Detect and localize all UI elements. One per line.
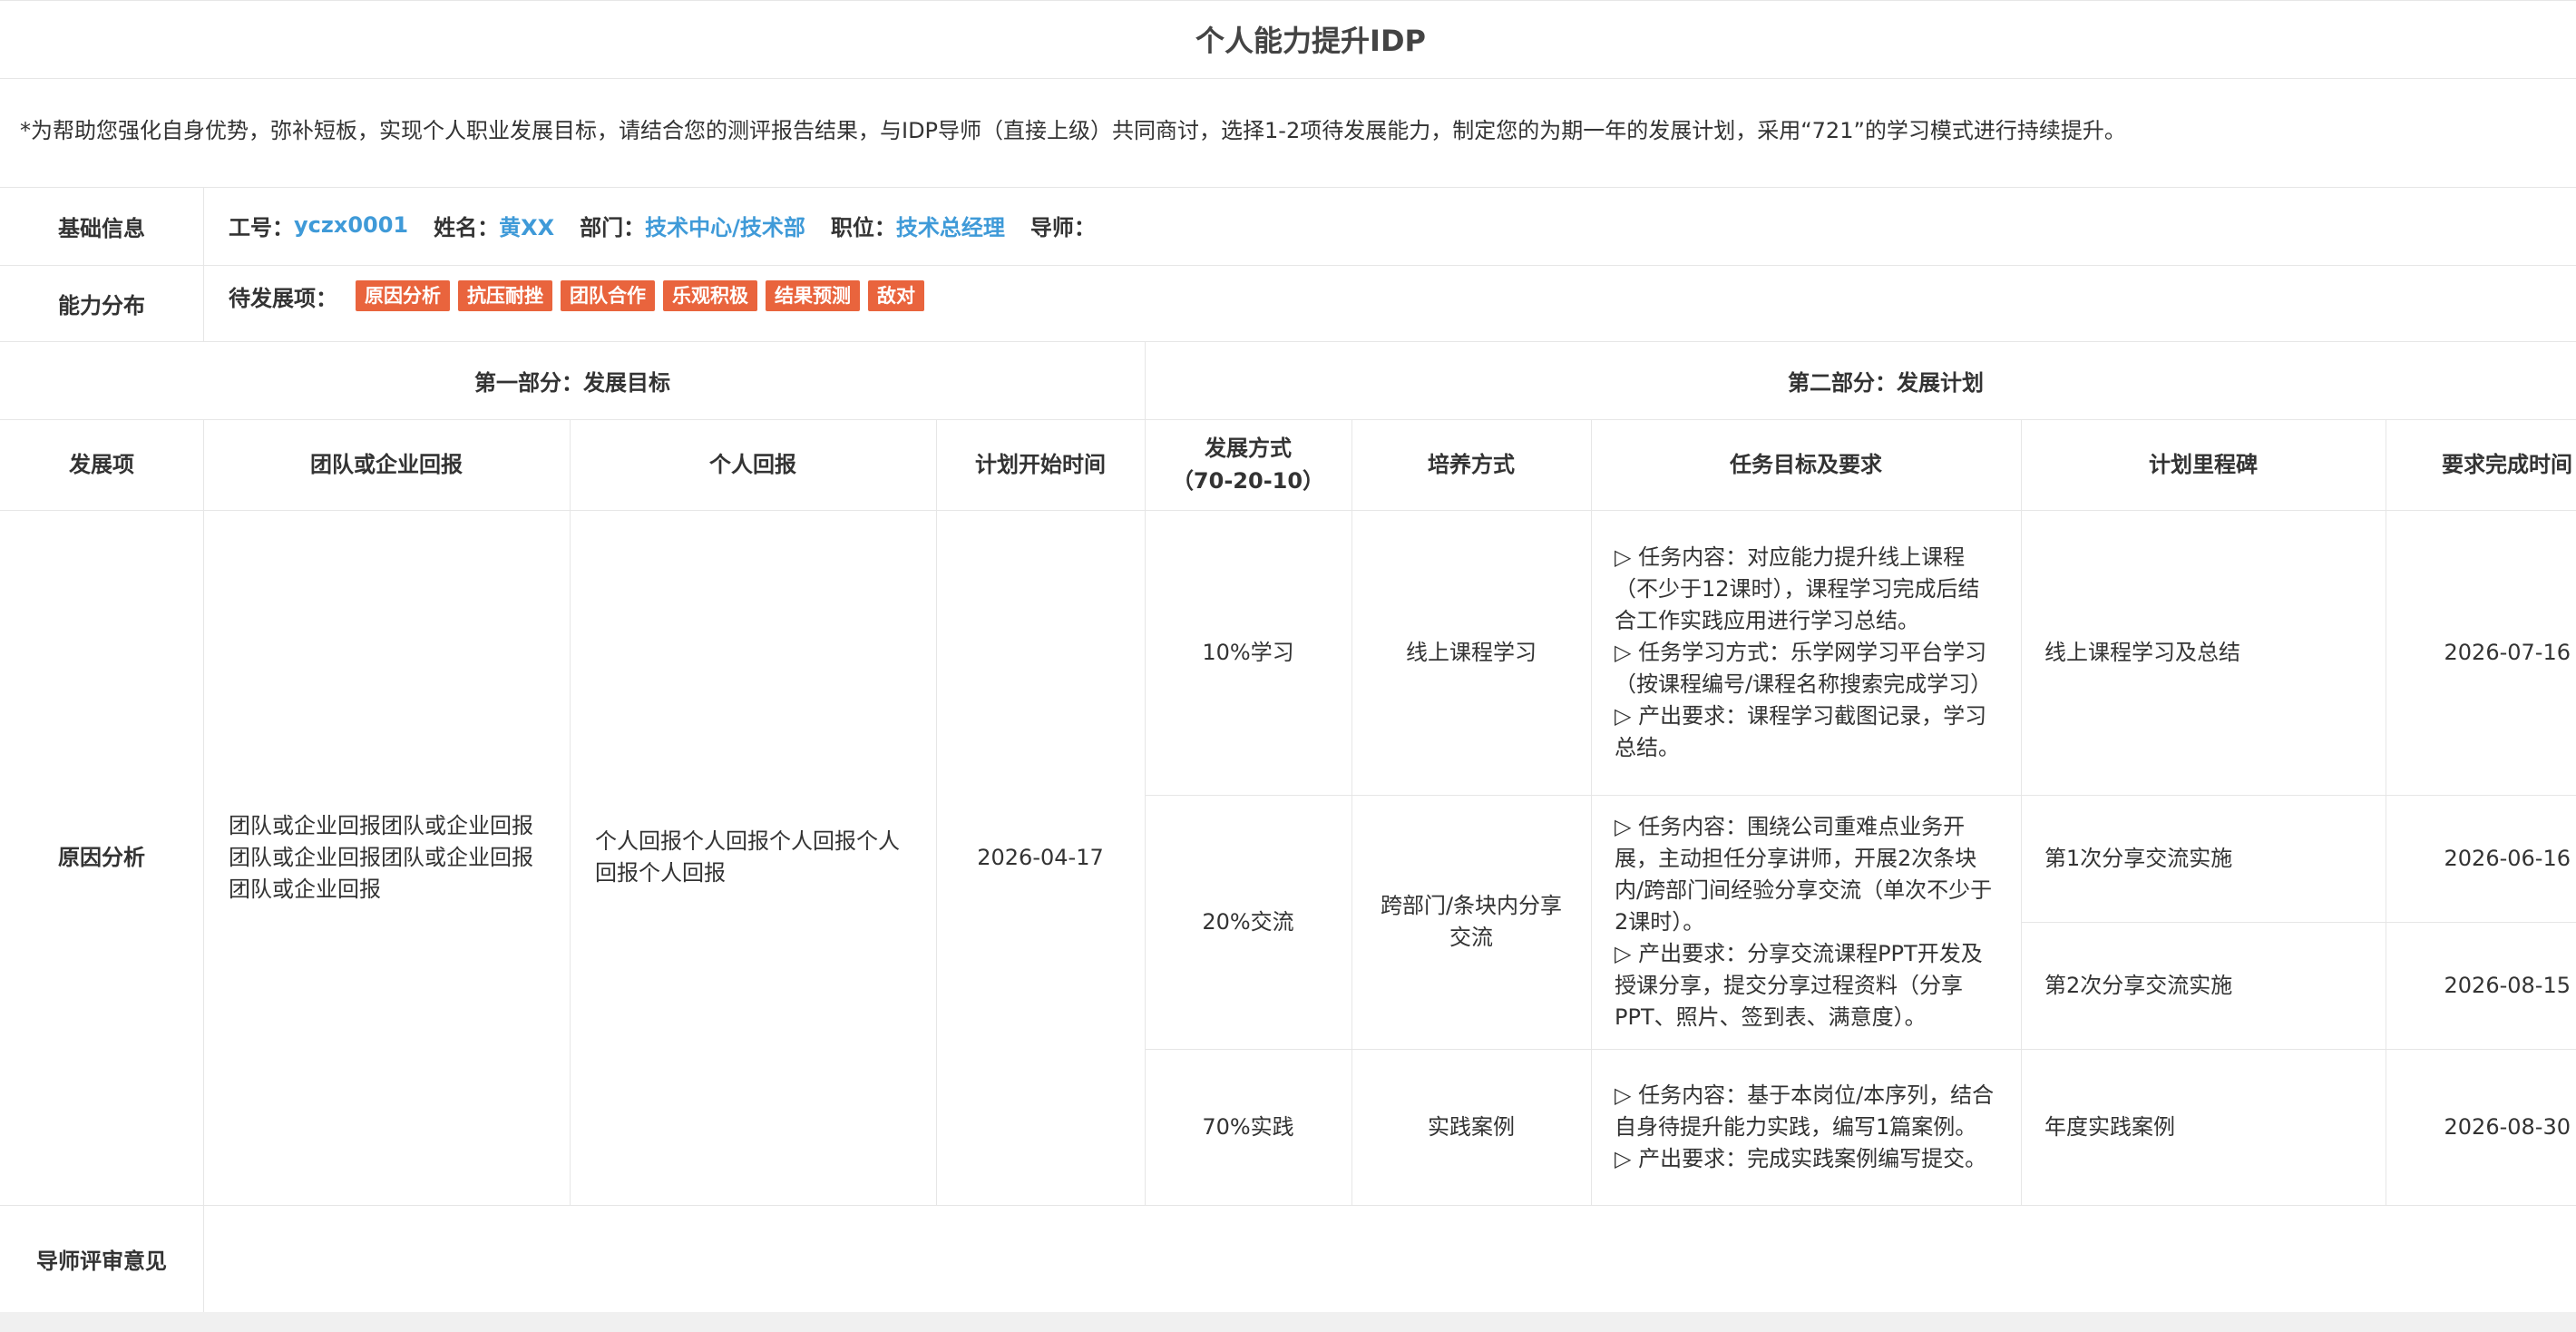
ability-tag: 团队合作 [561, 280, 655, 311]
ability-tag: 原因分析 [356, 280, 450, 311]
plan-task: ▷ 任务内容：基于本岗位/本序列，结合自身待提升能力实践，编写1篇案例。 ▷ 产… [1615, 1049, 1999, 1205]
plan-method: 10%学习 [1202, 639, 1294, 665]
pending-label: 待发展项： [229, 285, 337, 311]
plan-training: 跨部门/条块内分享交流 [1380, 893, 1563, 950]
ability-tag: 敌对 [868, 280, 924, 311]
header-start-date: 计划开始时间 [975, 452, 1106, 477]
team-return-value: 团队或企业回报团队或企业回报团队或企业回报团队或企业回报团队或企业回报 [229, 812, 533, 902]
plan-task: ▷ 任务内容：对应能力提升线上课程（不少于12课时），课程学习完成后结合工作实践… [1615, 510, 1999, 795]
header-method-label: 发展方式 [1205, 436, 1292, 461]
divider [203, 419, 204, 1312]
name-value: 黄XX [499, 214, 555, 240]
ability-distribution: 待发展项： 原因分析 抗压耐挫 团队合作 乐观积极 结果预测 敌对 [229, 269, 932, 323]
ability-tag: 抗压耐挫 [458, 280, 552, 311]
divider [570, 419, 571, 1205]
milestone-name: 第1次分享交流实施 [2044, 845, 2233, 871]
page-title: 个人能力提升IDP [1195, 24, 1426, 58]
basic-info-label: 基础信息 [58, 215, 145, 241]
plan-method: 70%实践 [1202, 1113, 1294, 1140]
employee-id-value: yczx0001 [294, 212, 409, 238]
personal-return-value: 个人回报个人回报个人回报个人回报个人回报 [595, 828, 900, 886]
milestone-name: 年度实践案例 [2044, 1113, 2175, 1140]
position-value: 技术总经理 [895, 214, 1005, 240]
header-deadline: 要求完成时间 [2442, 452, 2572, 477]
header-personal-return: 个人回报 [709, 452, 796, 477]
divider [0, 0, 2576, 1]
employee-id-label: 工号： [229, 214, 294, 240]
header-method-sub: （70-20-10） [1171, 468, 1325, 494]
milestone-name: 线上课程学习及总结 [2044, 639, 2240, 665]
plan-training: 线上课程学习 [1406, 639, 1537, 665]
plan-task: ▷ 任务内容：围绕公司重难点业务开展，主动担任分享讲师，开展2次条块内/跨部门间… [1615, 795, 1999, 1049]
basic-info: 工号： yczx0001 姓名： 黄XX 部门： 技术中心/技术部 职位： 技术… [229, 189, 1096, 261]
position-label: 职位： [830, 214, 896, 240]
start-date-value: 2026-04-17 [977, 844, 1104, 870]
divider [0, 265, 2576, 266]
task-line: ▷ 任务内容：基于本岗位/本序列，结合自身待提升能力实践，编写1篇案例。 ▷ 产… [1615, 1082, 1995, 1171]
milestone-deadline: 2026-08-15 [2444, 972, 2571, 998]
milestone-deadline: 2026-08-30 [2444, 1113, 2571, 1140]
task-line: ▷ 任务学习方式：乐学网学习平台学习（按课程编号/课程名称搜索完成学习） [1615, 639, 1993, 697]
divider [203, 187, 204, 341]
header-training: 培养方式 [1428, 452, 1515, 477]
name-label: 姓名： [434, 214, 500, 240]
idp-page: 个人能力提升IDP *为帮助您强化自身优势，弥补短板，实现个人职业发展目标，请结… [0, 0, 2576, 1312]
header-milestone: 计划里程碑 [2149, 452, 2258, 477]
dept-value: 技术中心/技术部 [645, 214, 805, 240]
dept-label: 部门： [580, 214, 646, 240]
bottom-scroll-area [0, 1312, 2576, 1332]
header-item: 发展项 [69, 452, 134, 477]
section-part1: 第一部分：发展目标 [474, 369, 670, 396]
task-line: ▷ 任务内容：围绕公司重难点业务开展，主动担任分享讲师，开展2次条块内/跨部门间… [1615, 813, 1993, 935]
instruction-text: *为帮助您强化自身优势，弥补短板，实现个人职业发展目标，请结合您的测评报告结果，… [20, 118, 2126, 143]
ability-label: 能力分布 [58, 292, 145, 318]
milestone-name: 第2次分享交流实施 [2044, 972, 2233, 998]
task-line: ▷ 产出要求：分享交流课程PPT开发及授课分享，提交分享过程资料（分享PPT、照… [1615, 940, 1983, 1030]
header-task: 任务目标及要求 [1730, 452, 1882, 477]
mentor-label: 导师： [1029, 214, 1096, 240]
header-team-return: 团队或企业回报 [310, 452, 463, 477]
task-line: ▷ 产出要求：课程学习截图记录，学习总结。 [1615, 702, 1987, 760]
mentor-review-field[interactable] [229, 1205, 2551, 1312]
divider [0, 187, 2576, 188]
milestone-deadline: 2026-06-16 [2444, 845, 2571, 871]
task-line: ▷ 任务内容：对应能力提升线上课程（不少于12课时），课程学习完成后结合工作实践… [1615, 544, 1980, 633]
ability-tag: 结果预测 [766, 280, 860, 311]
divider [1591, 419, 1592, 1205]
plan-method: 20%交流 [1202, 908, 1294, 935]
divider [2021, 419, 2022, 1205]
header-method: 发展方式 （70-20-10） [1145, 419, 1351, 510]
plan-training: 实践案例 [1428, 1113, 1515, 1140]
section-part2: 第二部分：发展计划 [1788, 369, 1984, 396]
ability-tag: 乐观积极 [663, 280, 757, 311]
row-item: 原因分析 [58, 844, 145, 870]
mentor-review-label: 导师评审意见 [36, 1248, 167, 1274]
divider [0, 78, 2576, 79]
milestone-deadline: 2026-07-16 [2444, 639, 2571, 665]
